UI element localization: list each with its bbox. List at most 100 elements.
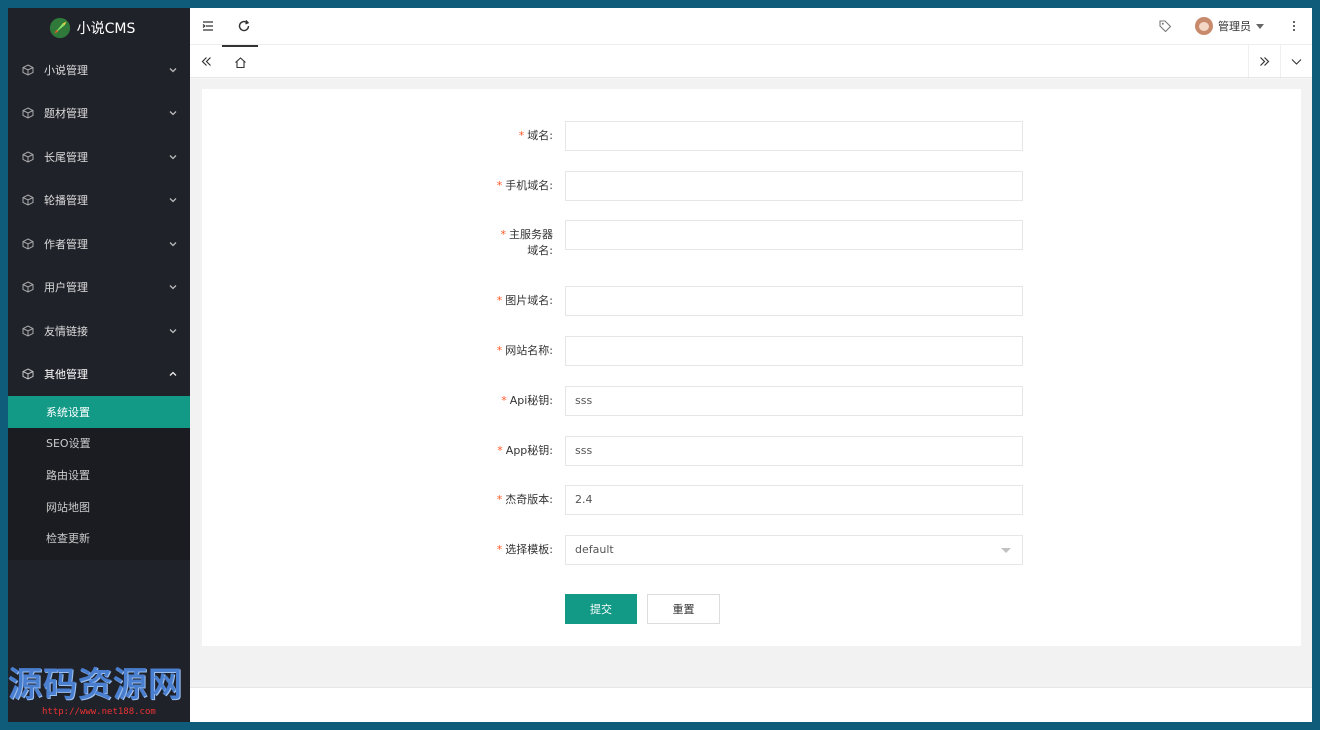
image-domain-input[interactable] — [565, 286, 1023, 316]
field-label: * 选择模板: — [463, 542, 553, 558]
required-mark: * — [496, 493, 503, 506]
chevron-down-icon — [1291, 58, 1302, 65]
sidebar-subitem-label: 网站地图 — [46, 500, 90, 514]
cube-icon — [22, 281, 34, 293]
user-menu[interactable]: 管理员 — [1183, 17, 1276, 35]
tab-bar — [190, 45, 1312, 78]
sidebar-item-label: 用户管理 — [44, 281, 88, 295]
sidebar-item-label: 其他管理 — [44, 368, 88, 382]
sidebar-subitem-label: SEO设置 — [46, 437, 91, 451]
more-vertical-icon — [1293, 21, 1295, 31]
sidebar-item-label: 题材管理 — [44, 107, 88, 121]
menu-toggle-button[interactable] — [190, 8, 226, 45]
refresh-icon — [238, 20, 250, 32]
field-label-text: 图片域名: — [505, 294, 553, 307]
caret-down-icon — [1256, 23, 1264, 29]
template-select[interactable]: default — [565, 535, 1023, 565]
sidebar-subitem-route-settings[interactable]: 路由设置 — [8, 459, 190, 491]
sidebar-subitem-label: 系统设置 — [46, 405, 90, 419]
sidebar-subitem-check-update[interactable]: 检查更新 — [8, 522, 190, 554]
chevron-down-icon — [169, 67, 177, 73]
site-name-input[interactable] — [565, 336, 1023, 366]
field-label: * 主服务器 域名: — [463, 227, 554, 259]
sidebar-item-label: 轮播管理 — [44, 194, 88, 208]
sidebar-subitem-system-settings[interactable]: 系统设置 — [8, 396, 190, 428]
field-label: * Api秘钥: — [463, 393, 553, 409]
cube-icon — [22, 368, 34, 380]
required-mark: * — [496, 294, 503, 307]
submenu-other: 系统设置 SEO设置 路由设置 网站地图 检查更新 — [8, 396, 190, 560]
sidebar-item-other[interactable]: 其他管理 — [8, 353, 190, 397]
user-name: 管理员 — [1218, 20, 1251, 33]
chevron-down-icon — [169, 154, 177, 160]
double-chevron-right-icon — [1260, 56, 1270, 66]
sidebar-item-links[interactable]: 友情链接 — [8, 309, 190, 353]
field-label-text: 网站名称: — [505, 344, 553, 357]
sidebar-item-label: 小说管理 — [44, 63, 88, 77]
chevron-down-icon — [169, 198, 177, 203]
field-label-text: 域名: — [527, 244, 553, 257]
field-label-text: App秘钥: — [505, 444, 553, 457]
watermark: 源码资源网 http://www.net188.com — [8, 663, 208, 722]
sidebar-subitem-seo-settings[interactable]: SEO设置 — [8, 428, 190, 460]
avatar — [1195, 17, 1213, 35]
main-content: * 域名: * 手机域名: * 主服务器 域名: * 图片域名: * 网站名称: * Api秘 — [190, 79, 1312, 687]
sidebar-item-longtail[interactable]: 长尾管理 — [8, 135, 190, 179]
required-mark: * — [496, 344, 503, 357]
required-mark: * — [500, 228, 507, 241]
cube-icon — [22, 64, 34, 76]
watermark-text: 源码资源网 — [8, 665, 183, 705]
tabs-menu-button[interactable] — [1280, 45, 1312, 77]
field-label-text: 杰奇版本: — [505, 493, 553, 506]
more-button[interactable] — [1276, 8, 1312, 45]
app-window: 小说CMS 小说管理 题材管理 长尾管理 轮播管理 作者管理 用户管理 友情链接… — [8, 8, 1312, 722]
footer — [190, 687, 1312, 722]
field-label: * App秘钥: — [463, 443, 553, 459]
sidebar-item-label: 友情链接 — [44, 324, 88, 338]
double-chevron-left-icon — [201, 56, 211, 66]
indent-icon — [202, 21, 213, 31]
field-label-text: 选择模板: — [505, 543, 553, 556]
sidebar-subitem-label: 路由设置 — [46, 468, 90, 482]
tag-button[interactable] — [1147, 8, 1183, 45]
required-mark: * — [497, 444, 503, 457]
submit-button[interactable]: 提交 — [565, 594, 637, 624]
field-label-text: 手机域名: — [505, 179, 553, 192]
watermark-url: http://www.net188.com — [42, 707, 156, 717]
domain-input[interactable] — [565, 121, 1023, 151]
required-mark: * — [501, 394, 507, 407]
sidebar: 小说CMS 小说管理 题材管理 长尾管理 轮播管理 作者管理 用户管理 友情链接… — [8, 8, 190, 722]
logo[interactable]: 小说CMS — [8, 8, 190, 48]
mobile-domain-input[interactable] — [565, 171, 1023, 201]
chevron-down-icon — [169, 241, 177, 247]
cube-icon — [22, 325, 34, 337]
sidebar-item-label: 作者管理 — [44, 237, 88, 251]
required-mark: * — [518, 129, 525, 142]
sidebar-item-user[interactable]: 用户管理 — [8, 266, 190, 310]
main-server-domain-input[interactable] — [565, 220, 1023, 250]
tabs-scroll-left-button[interactable] — [190, 45, 222, 77]
reset-button[interactable]: 重置 — [647, 594, 720, 624]
sidebar-item-novel[interactable]: 小说管理 — [8, 48, 190, 92]
app-key-input[interactable]: sss — [565, 436, 1023, 466]
api-key-input[interactable]: sss — [565, 386, 1023, 416]
tabs-scroll-right-button[interactable] — [1248, 45, 1280, 77]
tag-icon — [1159, 20, 1172, 33]
caret-down-icon — [1001, 547, 1011, 553]
sidebar-item-genre[interactable]: 题材管理 — [8, 92, 190, 136]
sidebar-subitem-label: 检查更新 — [46, 532, 90, 546]
cube-icon — [22, 238, 34, 250]
sidebar-item-carousel[interactable]: 轮播管理 — [8, 179, 190, 223]
chevron-down-icon — [169, 111, 177, 116]
tab-home[interactable] — [222, 45, 258, 77]
required-mark: * — [496, 179, 503, 192]
sidebar-subitem-sitemap[interactable]: 网站地图 — [8, 491, 190, 523]
refresh-button[interactable] — [226, 8, 262, 45]
jieqi-version-input[interactable]: 2.4 — [565, 485, 1023, 515]
sidebar-item-author[interactable]: 作者管理 — [8, 222, 190, 266]
logo-text: 小说CMS — [76, 21, 136, 37]
home-icon — [234, 56, 246, 68]
field-label: * 手机域名: — [463, 178, 553, 194]
template-select-value: default — [575, 543, 614, 556]
cube-icon — [22, 107, 34, 119]
